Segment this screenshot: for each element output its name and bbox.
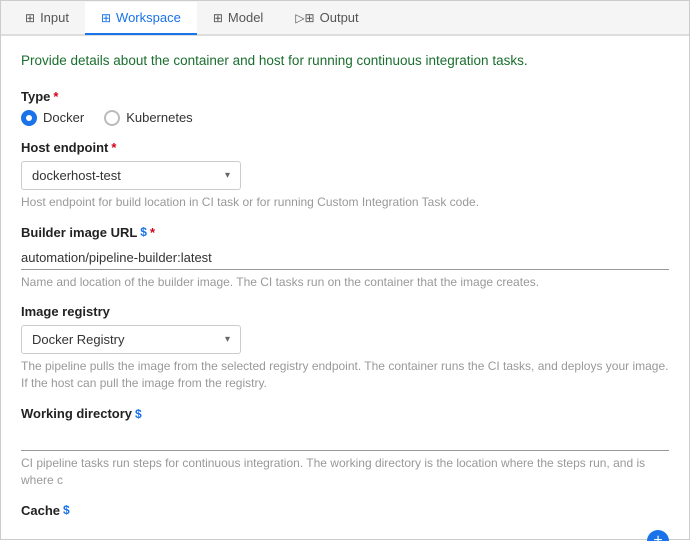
page-description: Provide details about the container and … (21, 52, 669, 71)
working-directory-hint: CI pipeline tasks run steps for continuo… (21, 455, 669, 489)
image-registry-value: Docker Registry (32, 332, 124, 347)
host-endpoint-dropdown-arrow: ▾ (225, 170, 230, 181)
builder-image-url-field-group: Builder image URL $ * Name and location … (21, 225, 669, 291)
tab-workspace[interactable]: ⊞ Workspace (85, 2, 197, 35)
cache-label: Cache $ (21, 503, 669, 518)
kubernetes-radio-circle (104, 110, 120, 126)
working-directory-label: Working directory $ (21, 406, 669, 421)
cache-input[interactable] (21, 526, 637, 541)
host-endpoint-required-star: * (111, 140, 116, 155)
tab-workspace-label: Workspace (116, 10, 181, 25)
kubernetes-radio[interactable]: Kubernetes (104, 110, 193, 126)
image-registry-field-group: Image registry Docker Registry ▾ The pip… (21, 304, 669, 392)
builder-image-url-dollar: $ (140, 225, 147, 239)
cache-input-row: + (21, 524, 669, 541)
docker-radio[interactable]: Docker (21, 110, 84, 126)
builder-image-url-input[interactable] (21, 246, 669, 270)
working-directory-label-text: Working directory (21, 406, 132, 421)
type-radio-group: Docker Kubernetes (21, 110, 669, 126)
docker-radio-label: Docker (43, 110, 84, 125)
builder-image-url-label-text: Builder image URL (21, 225, 137, 240)
tab-model-label: Model (228, 10, 263, 25)
builder-image-url-hint: Name and location of the builder image. … (21, 274, 669, 291)
tab-input[interactable]: ⊞ Input (9, 2, 85, 35)
workspace-tab-icon: ⊞ (101, 11, 111, 25)
host-endpoint-label-text: Host endpoint (21, 140, 108, 155)
host-endpoint-field-group: Host endpoint * dockerhost-test ▾ Host e… (21, 140, 669, 211)
image-registry-dropdown-arrow: ▾ (225, 334, 230, 345)
builder-image-url-required-star: * (150, 225, 155, 240)
working-directory-dollar: $ (135, 407, 142, 421)
host-endpoint-hint: Host endpoint for build location in CI t… (21, 194, 669, 211)
tab-input-label: Input (40, 10, 69, 25)
type-label-text: Type (21, 89, 50, 104)
working-directory-input[interactable] (21, 427, 669, 451)
docker-radio-circle (21, 110, 37, 126)
cache-dollar: $ (63, 503, 70, 517)
kubernetes-radio-label: Kubernetes (126, 110, 193, 125)
tab-model[interactable]: ⊞ Model (197, 2, 279, 35)
tab-output[interactable]: ▷⊞ Output (279, 2, 374, 35)
input-tab-icon: ⊞ (25, 11, 35, 25)
image-registry-label-text: Image registry (21, 304, 110, 319)
working-directory-field-group: Working directory $ CI pipeline tasks ru… (21, 406, 669, 489)
tab-bar: ⊞ Input ⊞ Workspace ⊞ Model ▷⊞ Output (1, 1, 689, 36)
model-tab-icon: ⊞ (213, 11, 223, 25)
cache-label-text: Cache (21, 503, 60, 518)
main-content: Provide details about the container and … (1, 36, 689, 541)
cache-field-group: Cache $ + (21, 503, 669, 541)
host-endpoint-dropdown[interactable]: dockerhost-test ▾ (21, 161, 241, 190)
host-endpoint-value: dockerhost-test (32, 168, 121, 183)
host-endpoint-label: Host endpoint * (21, 140, 669, 155)
image-registry-label: Image registry (21, 304, 669, 319)
image-registry-dropdown[interactable]: Docker Registry ▾ (21, 325, 241, 354)
output-tab-icon: ▷⊞ (295, 11, 314, 25)
type-field-group: Type * Docker Kubernetes (21, 89, 669, 126)
type-label: Type * (21, 89, 669, 104)
image-registry-hint: The pipeline pulls the image from the se… (21, 358, 669, 392)
type-required-star: * (53, 89, 58, 104)
add-cache-button[interactable]: + (647, 530, 669, 541)
builder-image-url-label: Builder image URL $ * (21, 225, 669, 240)
tab-output-label: Output (320, 10, 359, 25)
